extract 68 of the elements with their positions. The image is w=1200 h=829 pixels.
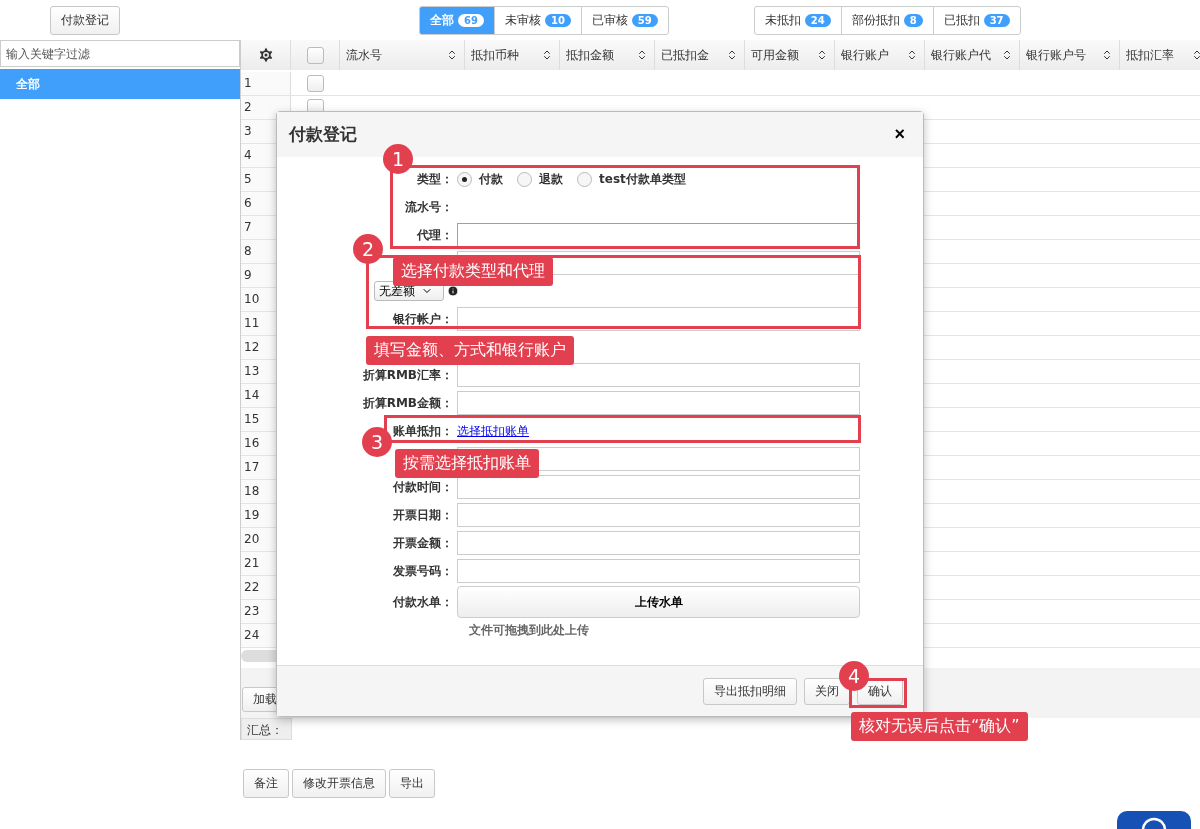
filter-tab[interactable]: 已抵扣 37 — [932, 5, 1021, 35]
column-header[interactable]: 银行账户代 — [925, 40, 1020, 70]
column-header[interactable]: 抵扣币种 — [465, 40, 560, 70]
select-all-checkbox[interactable] — [306, 46, 324, 64]
sort-icon — [446, 49, 458, 61]
filter-tab[interactable]: 已审核 59 — [580, 5, 669, 35]
action-button[interactable]: 导出 — [389, 769, 435, 798]
input-field[interactable] — [457, 475, 860, 499]
field-label: 折算RMB金额： — [361, 394, 453, 412]
callout-tooltip: 核对无误后点击“确认” — [851, 712, 1028, 741]
filter-tab[interactable]: 未审核 10 — [493, 5, 582, 35]
column-header[interactable]: 银行账户 — [835, 40, 925, 70]
sort-icon — [636, 49, 648, 61]
callout-tooltip: 选择付款类型和代理 — [393, 257, 553, 286]
column-header[interactable]: 银行账户号 — [1020, 40, 1120, 70]
field-label: 开票日期： — [392, 506, 453, 524]
row-number: 1 — [241, 72, 291, 95]
sort-icon — [816, 49, 828, 61]
input-field[interactable] — [457, 391, 860, 415]
input-field[interactable] — [457, 531, 860, 555]
summary-label: 汇总： — [241, 718, 292, 740]
input-field[interactable] — [457, 363, 860, 387]
input-field[interactable] — [457, 307, 860, 331]
column-header[interactable]: 已抵扣金 — [655, 40, 745, 70]
input-field[interactable] — [457, 503, 860, 527]
field-label: 代理： — [416, 226, 453, 244]
field-label: 开票金额： — [392, 534, 453, 552]
row-checkbox[interactable] — [307, 75, 324, 92]
column-header[interactable]: 可用金额 — [745, 40, 835, 70]
sort-icon — [1191, 49, 1200, 61]
field-label: 流水号： — [404, 198, 453, 216]
radio-option[interactable]: 退款 — [517, 170, 563, 188]
sort-icon — [541, 49, 553, 61]
column-header[interactable]: 抵扣汇率 — [1120, 40, 1200, 70]
field-label: 折算RMB汇率： — [361, 366, 453, 384]
callout-tooltip: 按需选择抵扣账单 — [395, 449, 539, 478]
action-button[interactable]: 修改开票信息 — [292, 769, 386, 798]
radio-option[interactable]: test付款单类型 — [577, 170, 686, 188]
settings-icon[interactable] — [256, 46, 275, 64]
filter-tab[interactable]: 未抵扣 24 — [753, 5, 842, 35]
dialog-button[interactable]: 关闭 — [804, 677, 850, 705]
sort-icon — [1001, 49, 1013, 61]
field-label: 付款水单： — [391, 593, 453, 611]
sort-icon — [1101, 49, 1113, 61]
info-icon — [447, 285, 459, 297]
callout-tooltip: 填写金额、方式和银行账户 — [366, 336, 574, 365]
register-payment-button[interactable]: 付款登记 — [50, 5, 120, 35]
sort-icon — [906, 49, 918, 61]
field-label: 类型： — [416, 170, 453, 188]
upload-button[interactable]: 上传水单 — [457, 586, 860, 618]
select-bills-link[interactable]: 选择抵扣账单 — [457, 422, 860, 440]
field-label: 账单抵扣： — [392, 422, 453, 440]
sort-icon — [726, 49, 738, 61]
input-field[interactable] — [457, 223, 860, 247]
field-label: 发票号码： — [392, 562, 453, 580]
action-button[interactable]: 备注 — [243, 769, 289, 798]
filter-tab[interactable]: 部份抵扣 8 — [840, 5, 934, 35]
column-header[interactable]: 流水号 — [340, 40, 465, 70]
input-field[interactable] — [457, 559, 860, 583]
dialog-title: 付款登记 — [289, 123, 357, 146]
filter-field[interactable]: 输入关键字过滤 — [0, 40, 240, 67]
upload-hint: 文件可拖拽到此处上传 — [468, 621, 590, 639]
radio-option[interactable]: 付款 — [457, 170, 503, 188]
close-button[interactable]: × — [888, 123, 911, 146]
dialog-button[interactable]: 导出抵扣明细 — [703, 677, 797, 705]
field-label: 付款时间： — [391, 478, 453, 496]
field-label: 银行帐户： — [392, 310, 453, 328]
column-header[interactable]: 抵扣金额 — [560, 40, 655, 70]
